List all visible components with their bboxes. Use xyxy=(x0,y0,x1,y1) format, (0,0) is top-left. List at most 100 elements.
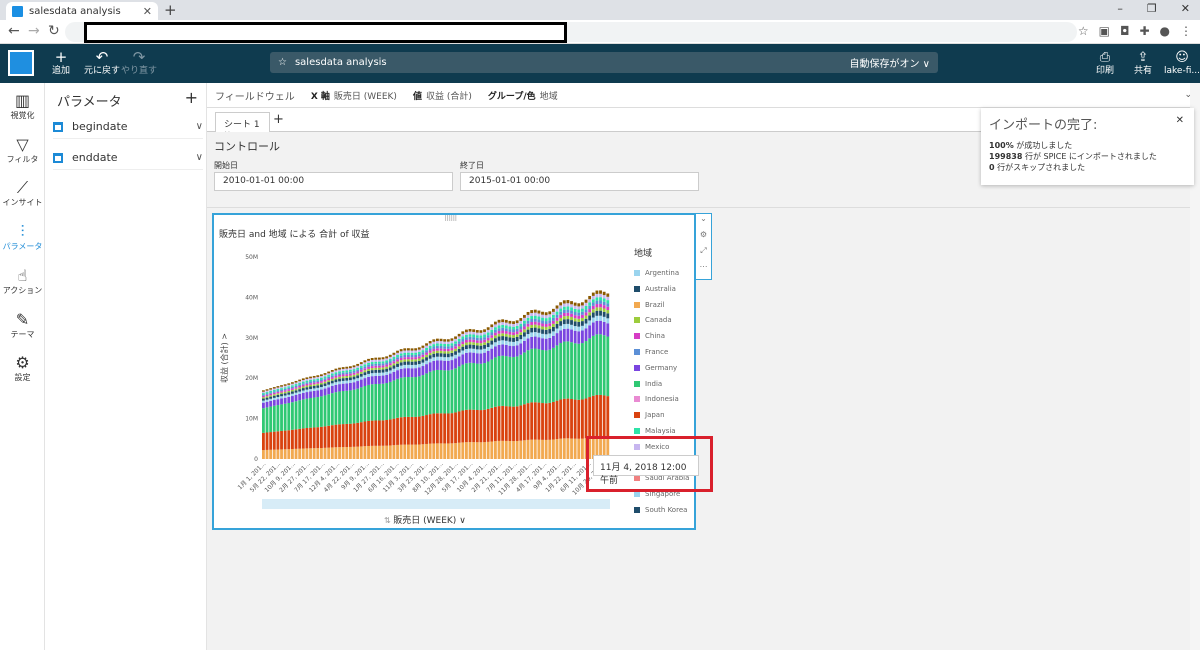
bar-segment[interactable] xyxy=(501,324,505,328)
bar-segment[interactable] xyxy=(544,329,548,335)
bar-segment[interactable] xyxy=(573,305,577,309)
bar-segment[interactable] xyxy=(388,358,392,362)
bar-segment[interactable] xyxy=(548,329,552,334)
bar-segment[interactable] xyxy=(508,329,512,332)
bar-segment[interactable] xyxy=(265,394,269,397)
bar-segment[interactable] xyxy=(552,308,555,312)
bar-segment[interactable] xyxy=(501,330,505,334)
bar-segment[interactable] xyxy=(432,339,436,342)
bar-segment[interactable] xyxy=(323,374,327,377)
bar-segment[interactable] xyxy=(359,364,363,367)
bar-segment[interactable] xyxy=(356,388,360,423)
bar-segment[interactable] xyxy=(298,384,302,386)
bar-segment[interactable] xyxy=(504,356,508,407)
bar-segment[interactable] xyxy=(584,302,588,306)
bar-segment[interactable] xyxy=(552,439,555,459)
tab-close-icon[interactable]: ✕ xyxy=(143,5,152,18)
bar-segment[interactable] xyxy=(475,345,479,350)
bar-segment[interactable] xyxy=(407,350,410,353)
bar-segment[interactable] xyxy=(591,309,595,313)
bar-segment[interactable] xyxy=(276,405,280,432)
bar-segment[interactable] xyxy=(501,355,505,406)
bar-segment[interactable] xyxy=(486,343,490,348)
bar-segment[interactable] xyxy=(320,374,323,377)
bar-segment[interactable] xyxy=(428,350,432,353)
bar-segment[interactable] xyxy=(472,331,476,335)
bar-segment[interactable] xyxy=(559,308,563,312)
bar-segment[interactable] xyxy=(581,311,584,315)
bar-segment[interactable] xyxy=(414,377,418,417)
bar-stack[interactable] xyxy=(407,348,410,459)
bar-stack[interactable] xyxy=(327,371,331,459)
bar-segment[interactable] xyxy=(530,327,534,333)
bar-segment[interactable] xyxy=(396,370,399,379)
bar-segment[interactable] xyxy=(501,344,505,356)
bar-segment[interactable] xyxy=(486,347,490,351)
bar-segment[interactable] xyxy=(573,438,577,459)
bar-segment[interactable] xyxy=(280,389,283,392)
bar-segment[interactable] xyxy=(457,346,461,349)
bar-segment[interactable] xyxy=(276,389,280,391)
bar-segment[interactable] xyxy=(294,380,298,383)
bar-segment[interactable] xyxy=(581,308,584,312)
bar-segment[interactable] xyxy=(349,380,352,383)
bar-segment[interactable] xyxy=(374,359,378,362)
bar-segment[interactable] xyxy=(378,369,381,373)
bar-stack[interactable] xyxy=(421,345,425,459)
bar-segment[interactable] xyxy=(367,368,370,371)
bar-segment[interactable] xyxy=(301,380,305,382)
bar-segment[interactable] xyxy=(341,367,345,369)
bar-segment[interactable] xyxy=(581,314,584,318)
bar-segment[interactable] xyxy=(439,341,443,344)
bar-segment[interactable] xyxy=(577,306,581,310)
bar-stack[interactable] xyxy=(472,329,476,459)
bar-segment[interactable] xyxy=(374,372,378,376)
legend-item[interactable]: Germany xyxy=(634,364,677,372)
bar-segment[interactable] xyxy=(280,394,283,397)
bar-segment[interactable] xyxy=(461,442,465,459)
bar-segment[interactable] xyxy=(309,381,312,384)
bar-segment[interactable] xyxy=(537,310,541,314)
bar-segment[interactable] xyxy=(316,427,320,449)
bar-segment[interactable] xyxy=(483,339,486,343)
bar-segment[interactable] xyxy=(552,331,555,336)
bar-segment[interactable] xyxy=(533,321,537,325)
bar-segment[interactable] xyxy=(417,354,421,357)
bar-segment[interactable] xyxy=(472,329,476,332)
bar-segment[interactable] xyxy=(345,372,349,375)
bar-segment[interactable] xyxy=(309,378,312,380)
bar-segment[interactable] xyxy=(465,409,468,443)
print-button[interactable]: ⎙ 印刷 xyxy=(1096,50,1114,76)
bar-segment[interactable] xyxy=(356,369,360,372)
bar-segment[interactable] xyxy=(526,326,530,330)
bar-segment[interactable] xyxy=(432,443,436,459)
bar-segment[interactable] xyxy=(537,325,541,329)
bar-segment[interactable] xyxy=(577,326,581,332)
bar-segment[interactable] xyxy=(425,443,428,459)
bar-segment[interactable] xyxy=(272,391,276,393)
bar-segment[interactable] xyxy=(352,365,356,368)
bar-segment[interactable] xyxy=(428,371,432,415)
bar-segment[interactable] xyxy=(457,336,461,339)
bar-segment[interactable] xyxy=(338,378,341,382)
bar-segment[interactable] xyxy=(414,361,418,365)
bar-segment[interactable] xyxy=(410,368,414,378)
bar-segment[interactable] xyxy=(305,377,309,380)
bar-segment[interactable] xyxy=(588,397,592,438)
bar-segment[interactable] xyxy=(345,423,349,448)
bar-stack[interactable] xyxy=(570,301,573,459)
bar-segment[interactable] xyxy=(483,331,486,335)
bar-stack[interactable] xyxy=(523,314,526,459)
bar-segment[interactable] xyxy=(461,364,465,411)
bar-segment[interactable] xyxy=(298,387,302,390)
begin-date-input[interactable]: 2010-01-01 00:00 xyxy=(214,172,453,191)
bar-segment[interactable] xyxy=(298,428,302,449)
bar-segment[interactable] xyxy=(385,364,389,367)
bar-segment[interactable] xyxy=(276,387,280,390)
bar-segment[interactable] xyxy=(537,337,541,350)
bar-segment[interactable] xyxy=(555,345,559,401)
bar-segment[interactable] xyxy=(501,405,505,441)
bar-segment[interactable] xyxy=(544,403,548,440)
bar-segment[interactable] xyxy=(352,423,356,447)
bar-segment[interactable] xyxy=(591,395,595,438)
